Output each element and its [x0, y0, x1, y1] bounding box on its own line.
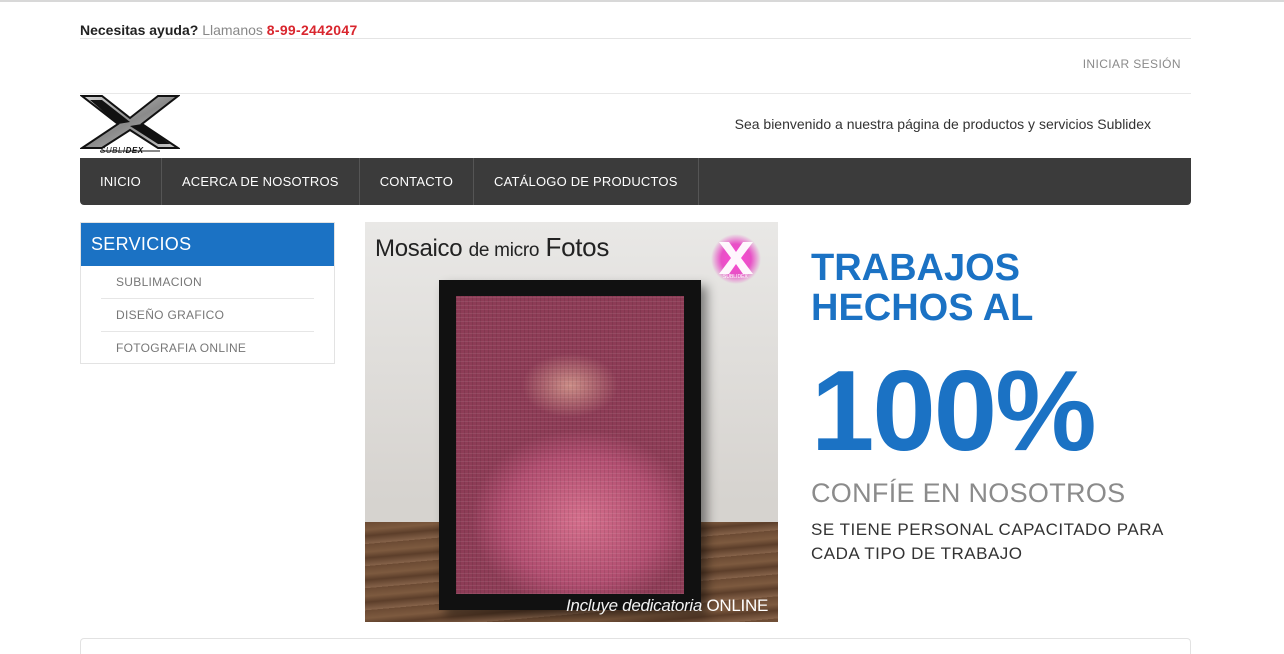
mosaic-banner-image[interactable]: Mosaico de micro Fotos SUBLIDEX Incluye …	[365, 222, 778, 622]
promo-subheading: CONFÍE EN NOSOTROS	[811, 478, 1126, 508]
nav-item-contacto[interactable]: CONTACTO	[360, 158, 475, 205]
account-bar: INICIAR SESIÓN	[80, 40, 1191, 94]
login-link[interactable]: INICIAR SESIÓN	[1083, 57, 1181, 71]
nav-item-acerca[interactable]: ACERCA DE NOSOTROS	[162, 158, 360, 205]
sidebar-list: SUBLIMACION DISEÑO GRAFICO FOTOGRAFIA ON…	[81, 266, 334, 365]
logo-text-b: DEX	[125, 146, 144, 155]
logo-wordmark: SUBLIDEX	[100, 146, 144, 155]
badge-text: SUBLIDEX	[723, 274, 748, 280]
main-nav: INICIO ACERCA DE NOSOTROS CONTACTO CATÁL…	[80, 158, 1191, 205]
nav-item-inicio[interactable]: INICIO	[80, 158, 162, 205]
banner-caption-b: ONLINE	[706, 596, 769, 615]
promo-description: SE TIENE PERSONAL CAPACITADO PARA CADA T…	[811, 520, 1163, 563]
sidebar-item-sublimacion[interactable]: SUBLIMACION	[101, 266, 314, 299]
banner-caption-a: Incluye dedicatoria	[566, 596, 703, 615]
help-question: Necesitas ayuda?	[80, 22, 199, 38]
sidebar-item-fotografia[interactable]: FOTOGRAFIA ONLINE	[101, 332, 314, 365]
nav-item-catalogo[interactable]: CATÁLOGO DE PRODUCTOS	[474, 158, 699, 205]
promo-headline: TRABAJOS HECHOS AL	[811, 247, 1034, 329]
help-phone-number[interactable]: 8-99-2442047	[267, 22, 358, 38]
top-border	[0, 0, 1284, 2]
promo-percentage: 100%	[811, 348, 1097, 475]
banner-caption: Incluye dedicatoria ONLINE	[566, 596, 768, 616]
logo-text-a: SUBLI	[100, 146, 126, 155]
brand-badge-icon: SUBLIDEX	[711, 234, 761, 284]
logo[interactable]: SUBLIDEX	[78, 94, 182, 156]
content-box	[80, 638, 1191, 654]
mosaic-texture	[456, 296, 684, 594]
mosaic-photo	[456, 296, 684, 594]
banner-title-a: Mosaico	[375, 235, 463, 262]
banner-title-b: de micro	[468, 240, 540, 261]
services-sidebar: SERVICIOS SUBLIMACION DISEÑO GRAFICO FOT…	[80, 222, 335, 364]
help-bar: Necesitas ayuda? Llamanos 8-99-2442047	[80, 22, 1191, 39]
sidebar-item-diseno[interactable]: DISEÑO GRAFICO	[101, 299, 314, 332]
welcome-text: Sea bienvenido a nuestra página de produ…	[734, 116, 1151, 132]
banner-title-c: Fotos	[545, 232, 610, 262]
help-call-label: Llamanos	[202, 22, 263, 38]
sidebar-title: SERVICIOS	[81, 223, 334, 266]
photo-frame	[439, 280, 701, 610]
banner-title: Mosaico de micro Fotos	[375, 232, 609, 263]
